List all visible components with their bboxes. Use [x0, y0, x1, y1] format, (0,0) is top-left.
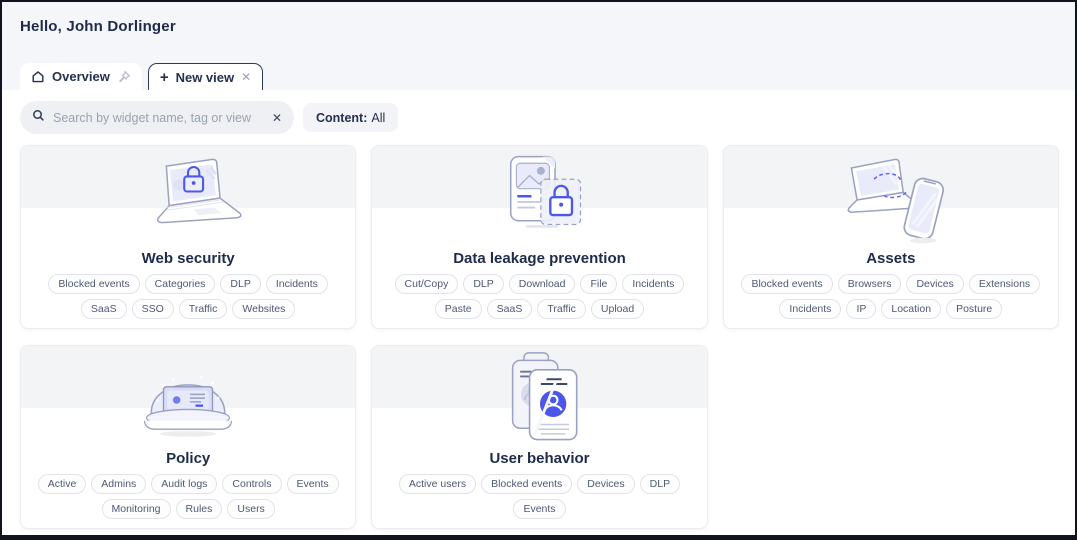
tag-pill[interactable]: Traffic	[537, 299, 586, 320]
tag-pill[interactable]: SaaS	[80, 299, 127, 320]
widget-category-card[interactable]: Data leakage prevention Cut/Copy DLP Downl…	[371, 145, 708, 329]
search-box[interactable]: ✕	[20, 101, 294, 134]
tab-overview[interactable]: Overview	[20, 63, 142, 90]
card-tags: Blocked events Browsers Devices Extensions I…	[724, 274, 1058, 320]
content-filter-label: Content:	[316, 110, 368, 125]
search-icon	[32, 109, 45, 127]
tag-pill[interactable]: Events	[286, 474, 339, 495]
card-title: Policy	[166, 450, 211, 467]
tag-pill[interactable]: Incidents	[265, 274, 328, 295]
widget-category-card[interactable]: Web security Blocked events Categories DLP…	[20, 145, 357, 329]
tab-new-view-label: New view	[175, 69, 235, 85]
tag-pill[interactable]: Paste	[434, 299, 482, 320]
tag-pill[interactable]: Incidents	[779, 299, 842, 320]
tag-pill[interactable]: SSO	[131, 299, 174, 320]
tag-pill[interactable]: Posture	[946, 299, 1003, 320]
tab-bar: Overview + New view ✕	[20, 63, 1057, 90]
search-clear-icon[interactable]: ✕	[272, 111, 282, 125]
app-window: Hello, John Dorlinger Overview + New vie…	[0, 0, 1077, 540]
tag-pill[interactable]: DLP	[639, 474, 681, 495]
card-illustration	[469, 151, 609, 249]
card-tags: Blocked events Categories DLP Incidents SaaS…	[21, 274, 355, 320]
card-illustration	[118, 351, 258, 449]
cards-grid: Web security Blocked events Categories DLP…	[20, 145, 1059, 529]
tag-pill[interactable]: Download	[508, 274, 576, 295]
tag-pill[interactable]: Users	[227, 499, 275, 520]
tab-overview-label: Overview	[52, 69, 110, 84]
widget-category-card[interactable]: User behavior Active users Blocked events…	[371, 345, 708, 529]
card-tags: Cut/Copy DLP Download File Incidents Paste Saa…	[372, 274, 706, 320]
tag-pill[interactable]: Active	[37, 474, 87, 495]
widget-category-card[interactable]: Policy Active Admins Audit logs Controls Eve…	[20, 345, 357, 529]
header: Hello, John Dorlinger Overview + New vie…	[2, 2, 1075, 90]
tag-pill[interactable]: Websites	[232, 299, 296, 320]
tag-pill[interactable]: File	[580, 274, 618, 295]
tag-pill[interactable]: Incidents	[622, 274, 685, 295]
tag-pill[interactable]: Blocked events	[741, 274, 833, 295]
pin-icon[interactable]	[117, 70, 131, 84]
tag-pill[interactable]: Active users	[398, 474, 477, 495]
page-title: Hello, John Dorlinger	[20, 18, 176, 35]
tag-pill[interactable]: Traffic	[178, 299, 228, 320]
card-illustration	[118, 151, 258, 249]
card-tags: Active Admins Audit logs Controls Events Moni…	[21, 474, 355, 520]
content-filter[interactable]: Content: All	[303, 103, 399, 132]
tag-pill[interactable]: Audit logs	[151, 474, 218, 495]
card-tags: Active users Blocked events Devices DLP Even…	[372, 474, 706, 520]
tag-pill[interactable]: Location	[881, 299, 942, 320]
tag-pill[interactable]: Browsers	[837, 274, 902, 295]
tag-pill[interactable]: Categories	[144, 274, 216, 295]
tag-pill[interactable]: Admins	[91, 474, 147, 495]
search-input[interactable]	[53, 110, 264, 125]
tag-pill[interactable]: SaaS	[486, 299, 533, 320]
tag-pill[interactable]: Blocked events	[481, 474, 573, 495]
tag-pill[interactable]: Blocked events	[48, 274, 140, 295]
tag-pill[interactable]: DLP	[463, 274, 504, 295]
toolbar: ✕ Content: All	[20, 101, 1059, 134]
tag-pill[interactable]: Devices	[906, 274, 964, 295]
tag-pill[interactable]: Upload	[590, 299, 645, 320]
tag-pill[interactable]: DLP	[220, 274, 261, 295]
tag-pill[interactable]: Extensions	[968, 274, 1041, 295]
card-title: Assets	[866, 250, 916, 267]
tag-pill[interactable]: Controls	[222, 474, 282, 495]
card-title: Web security	[141, 250, 235, 267]
tag-pill[interactable]: Rules	[175, 499, 223, 520]
card-illustration	[469, 351, 609, 449]
tag-pill[interactable]: Devices	[577, 474, 635, 495]
content-filter-value: All	[371, 110, 386, 125]
close-tab-icon[interactable]: ✕	[241, 70, 251, 84]
plus-icon: +	[159, 68, 169, 86]
card-title: User behavior	[489, 450, 590, 467]
tag-pill[interactable]: Monitoring	[101, 499, 171, 520]
tag-pill[interactable]: IP	[846, 299, 877, 320]
card-title: Data leakage prevention	[453, 250, 626, 267]
home-icon	[31, 70, 45, 84]
tag-pill[interactable]: Cut/Copy	[394, 274, 459, 295]
widget-category-card[interactable]: Assets Blocked events Browsers Devices Exte…	[722, 145, 1059, 329]
tab-new-view[interactable]: + New view ✕	[147, 63, 264, 90]
tag-pill[interactable]: Events	[513, 499, 566, 520]
card-illustration	[821, 151, 961, 249]
main-content: ✕ Content: All Web security Blocked even…	[2, 90, 1075, 529]
